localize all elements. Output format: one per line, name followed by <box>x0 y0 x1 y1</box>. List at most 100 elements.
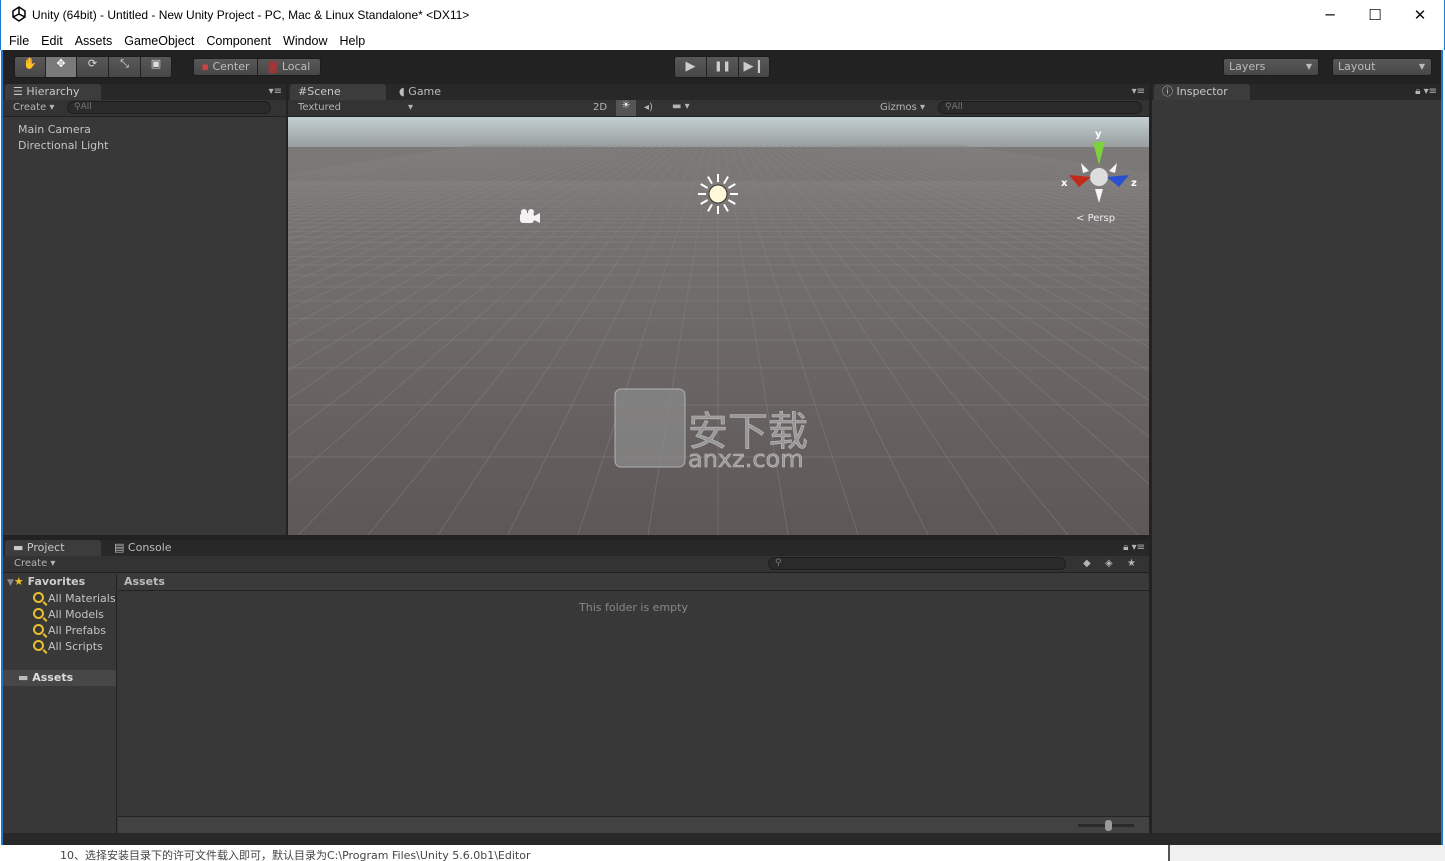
local-icon: ◙ <box>267 60 279 73</box>
title-bar: Unity (64bit) - Untitled - New Unity Pro… <box>0 0 1445 30</box>
play-controls: ▶ ❚❚ ▶❙ <box>674 56 770 78</box>
move-tool-icon[interactable]: ✥ <box>46 57 77 77</box>
inspector-tabrow: ⓘ Inspector 🔒︎ ▾≡ <box>1152 84 1441 100</box>
search-placeholder: All <box>951 102 963 112</box>
favorite-all-materials[interactable]: All Materials <box>3 591 116 607</box>
scene-toolbar: Textured ▾ 2D ☀ ◂) ▬ ▾ Gizmos ▾ ⚲All <box>288 100 1149 117</box>
tab-console[interactable]: ▤ Console <box>106 540 180 556</box>
status-bar <box>3 833 1441 845</box>
gizmos-dropdown[interactable]: Gizmos ▾ <box>880 102 925 113</box>
menu-component[interactable]: Component <box>200 31 277 51</box>
maximize-button[interactable]: ☐ <box>1352 0 1398 30</box>
hierarchy-tabrow: ☰ Hierarchy ▾≡ <box>3 84 286 100</box>
pivot-toggles: ▪ Center ◙ Local <box>193 58 321 76</box>
pacman-icon: ◖ <box>399 85 405 98</box>
hierarchy-search-input[interactable]: ⚲All <box>67 101 271 114</box>
menu-edit[interactable]: Edit <box>35 31 69 51</box>
folder-icon: ▬ <box>18 671 29 684</box>
favorite-label: All Prefabs <box>48 624 106 637</box>
favorite-label: All Materials <box>48 592 116 605</box>
tab-game[interactable]: ◖ Game <box>391 84 449 100</box>
project-search-input[interactable]: ⚲ <box>768 557 1066 570</box>
favorites-folder[interactable]: ▼★ Favorites <box>3 574 116 591</box>
menu-help[interactable]: Help <box>333 31 371 51</box>
project-tabrow: ▬ Project ▤ Console 🔒︎ ▾≡ <box>3 540 1149 556</box>
rotate-tool-icon[interactable]: ⟳ <box>77 57 109 77</box>
pause-button[interactable]: ❚❚ <box>707 57 739 77</box>
favorites-label: Favorites <box>27 575 86 588</box>
assets-label: Assets <box>32 671 74 684</box>
shading-dropdown[interactable]: Textured ▾ <box>298 102 413 113</box>
transform-tools: ✋ ✥ ⟳ ⤡ ▣ <box>14 56 172 78</box>
step-button[interactable]: ▶❙ <box>739 57 769 77</box>
favorite-label: All Scripts <box>48 640 103 653</box>
slider-thumb[interactable] <box>1105 820 1112 831</box>
expand-arrow-icon: ▼ <box>7 578 14 588</box>
panel-menu-icon[interactable]: ▾≡ <box>1132 86 1145 97</box>
effects-dropdown-icon[interactable]: ▬ ▾ <box>672 101 690 112</box>
projection-label[interactable]: < Persp <box>1076 213 1115 224</box>
audio-toggle-icon[interactable]: ◂) <box>644 102 653 113</box>
hierarchy-panel: ☰ Hierarchy ▾≡ Create ▾ ⚲All Main Camera… <box>3 84 286 535</box>
project-tree: ▼★ Favorites All Materials All Models Al… <box>3 574 117 833</box>
tab-label: Console <box>127 541 172 554</box>
tab-hierarchy[interactable]: ☰ Hierarchy <box>5 84 101 100</box>
assets-folder[interactable]: ▬ Assets <box>3 670 116 686</box>
layers-dropdown[interactable]: Layers ▼ <box>1223 58 1319 76</box>
favorite-label: All Models <box>48 608 104 621</box>
search-icon <box>33 640 44 651</box>
tab-label: Hierarchy <box>26 85 80 98</box>
layout-label: Layout <box>1338 60 1376 73</box>
rect-tool-icon[interactable]: ▣ <box>141 57 171 77</box>
create-dropdown[interactable]: Create ▾ <box>13 102 54 113</box>
scene-viewport[interactable]: y x z < Persp 安下载 anxz.com <box>288 117 1149 535</box>
grid-icon: # <box>298 85 308 98</box>
lighting-toggle-icon[interactable]: ☀ <box>616 100 636 116</box>
scale-tool-icon[interactable]: ⤡ <box>109 57 141 77</box>
tab-inspector[interactable]: ⓘ Inspector <box>1154 84 1250 100</box>
tab-label: Inspector <box>1176 85 1228 98</box>
favorite-all-models[interactable]: All Models <box>3 607 116 623</box>
star-icon: ★ <box>13 575 24 588</box>
layers-label: Layers <box>1229 60 1266 73</box>
play-button[interactable]: ▶ <box>675 57 707 77</box>
favorite-all-prefabs[interactable]: All Prefabs <box>3 623 116 639</box>
menu-file[interactable]: File <box>1 31 35 51</box>
background-document: 10、选择安装目录下的许可文件载入即可，默认目录为C:\Program File… <box>0 845 1445 861</box>
editor-main: ✋ ✥ ⟳ ⤡ ▣ ▪ Center ◙ Local ▶ ❚❚ ▶❙ Layer… <box>1 50 1443 845</box>
background-doc-text: 10、选择安装目录下的许可文件载入即可，默认目录为C:\Program File… <box>60 849 531 861</box>
lock-icon[interactable]: 🔒︎ ▾≡ <box>1415 86 1437 97</box>
hand-tool-icon[interactable]: ✋ <box>15 57 46 77</box>
menu-assets[interactable]: Assets <box>69 31 119 51</box>
pivot-center-button[interactable]: ▪ Center <box>194 59 258 75</box>
create-label: Create <box>13 102 47 113</box>
hierarchy-item-main-camera[interactable]: Main Camera <box>18 122 286 138</box>
empty-folder-message: This folder is empty <box>579 601 688 614</box>
panel-menu-icon[interactable]: ▾≡ <box>269 86 282 97</box>
shading-label: Textured <box>298 102 341 113</box>
menu-gameobject[interactable]: GameObject <box>118 31 200 51</box>
search-placeholder: All <box>80 102 92 112</box>
unity-logo-icon <box>12 6 26 22</box>
create-dropdown[interactable]: Create ▾ <box>14 558 55 569</box>
scene-search-input[interactable]: ⚲All <box>938 101 1142 114</box>
panel-menu-icon[interactable]: 🔒︎ ▾≡ <box>1123 542 1145 553</box>
window-title: Unity (64bit) - Untitled - New Unity Pro… <box>32 8 470 22</box>
console-icon: ▤ <box>114 541 125 554</box>
pivot-local-button[interactable]: ◙ Local <box>258 59 320 75</box>
2d-toggle[interactable]: 2D <box>593 102 607 113</box>
menu-window[interactable]: Window <box>277 31 333 51</box>
filter-label-icon[interactable]: ◈ <box>1105 558 1113 569</box>
axis-y-label: y <box>1095 129 1102 140</box>
create-label: Create <box>14 558 48 569</box>
favorite-star-icon[interactable]: ★ <box>1127 558 1136 569</box>
tab-project[interactable]: ▬ Project <box>5 540 101 556</box>
filter-type-icon[interactable]: ◆ <box>1083 558 1091 569</box>
hierarchy-item-directional-light[interactable]: Directional Light <box>18 138 286 154</box>
layout-dropdown[interactable]: Layout ▼ <box>1332 58 1432 76</box>
favorite-all-scripts[interactable]: All Scripts <box>3 639 116 655</box>
tab-scene[interactable]: #Scene <box>290 84 386 100</box>
breadcrumb[interactable]: Assets <box>118 574 1149 591</box>
close-button[interactable]: ✕ <box>1397 0 1443 30</box>
minimize-button[interactable]: ─ <box>1307 0 1353 30</box>
